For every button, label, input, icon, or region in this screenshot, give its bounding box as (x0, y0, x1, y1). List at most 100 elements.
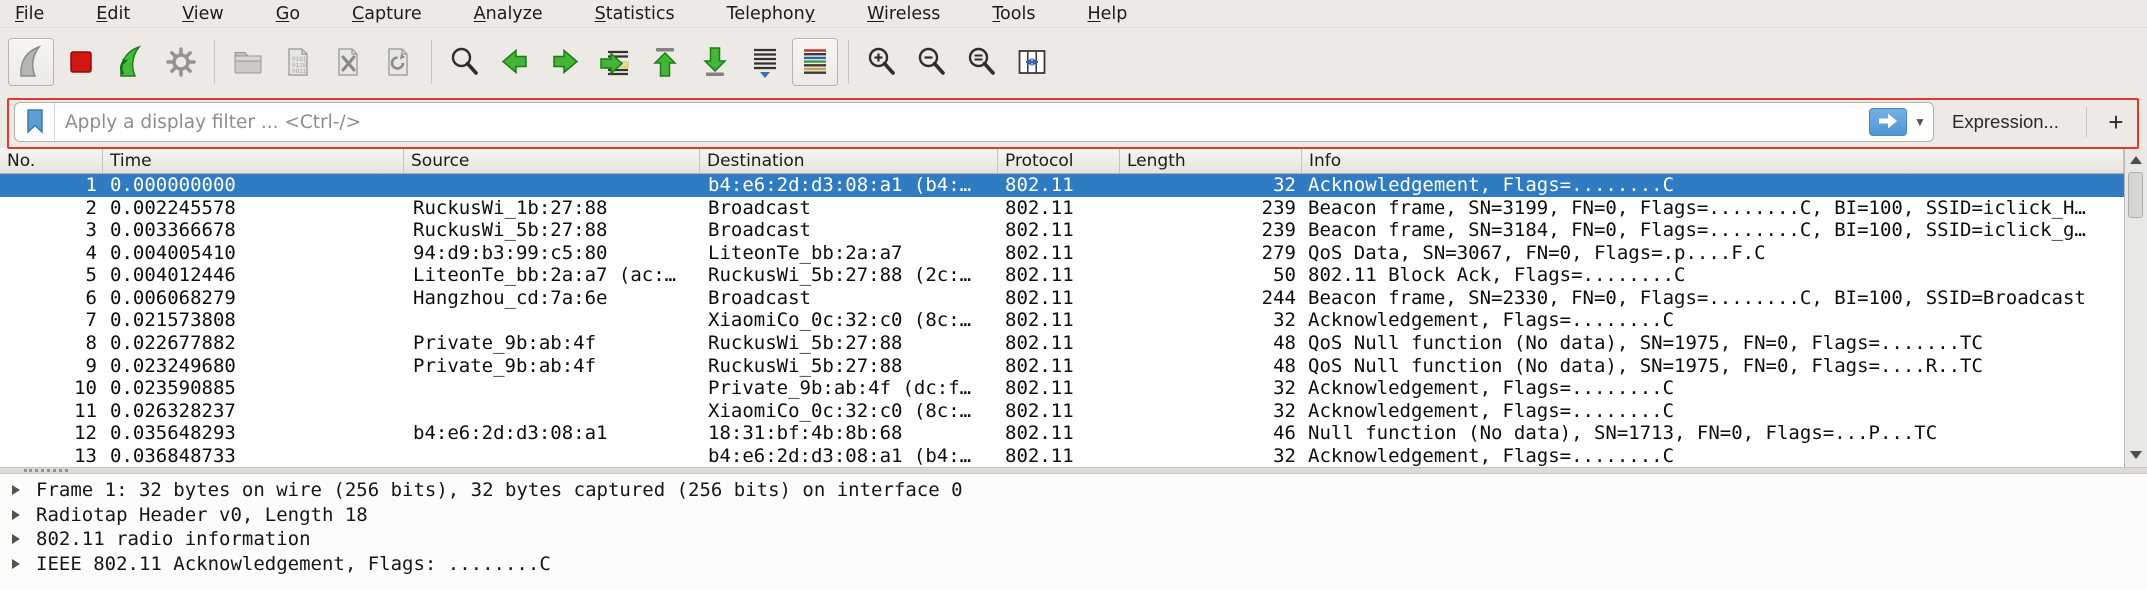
resize-columns-button[interactable] (1009, 38, 1055, 86)
pane-splitter[interactable] (0, 467, 2147, 474)
cell-length: 48 (1120, 332, 1302, 354)
cell-source: LiteonTe_bb:2a:a7 (ac:… (404, 264, 700, 286)
filter-apply-button[interactable] (1869, 108, 1907, 136)
scroll-up-button[interactable] (2125, 150, 2147, 170)
filter-history-dropdown[interactable]: ▼ (1911, 103, 1933, 141)
column-header-protocol[interactable]: Protocol (998, 148, 1120, 173)
vertical-scrollbar[interactable] (2124, 148, 2147, 467)
zoom-out-icon (913, 43, 951, 81)
cell-length: 244 (1120, 287, 1302, 309)
detail-tree-row[interactable]: 802.11 radio information (0, 527, 2147, 552)
cell-protocol: 802.11 (998, 287, 1120, 309)
cell-source: RuckusWi_1b:27:88 (404, 197, 700, 219)
apply-arrow-icon (1877, 112, 1899, 133)
scroll-down-button[interactable] (2125, 445, 2147, 465)
close-file-button[interactable] (325, 38, 371, 86)
menu-telephony[interactable]: Telephony (727, 4, 815, 24)
menu-capture[interactable]: Capture (352, 4, 422, 24)
packet-row-9[interactable]: 90.023249680Private_9b:ab:4fRuckusWi_5b:… (0, 354, 2124, 377)
cell-no: 11 (0, 400, 103, 422)
column-header-time[interactable]: Time (103, 148, 404, 173)
cell-info: Null function (No data), SN=1713, FN=0, … (1302, 422, 2124, 444)
cell-source: Hangzhou_cd:7a:6e (404, 287, 700, 309)
expander-triangle-icon[interactable] (12, 559, 20, 569)
display-filter-input[interactable] (55, 103, 1869, 141)
menu-tools[interactable]: Tools (992, 4, 1035, 24)
packet-row-7[interactable]: 70.021573808XiaomiCo_0c:32:c0 (8c:…802.1… (0, 309, 2124, 332)
restart-capture-button[interactable] (108, 38, 154, 86)
go-forward-button[interactable] (542, 38, 588, 86)
save-file-button[interactable]: 010101100011 (275, 38, 321, 86)
cell-destination: RuckusWi_5b:27:88 (700, 332, 998, 354)
menu-go[interactable]: Go (276, 4, 300, 24)
packet-row-13[interactable]: 130.036848733b4:e6:2d:d3:08:a1 (b4:…802.… (0, 444, 2124, 467)
main-toolbar: 010101100011 (0, 28, 2147, 95)
column-header-source[interactable]: Source (404, 148, 700, 173)
detail-tree-row[interactable]: Frame 1: 32 bytes on wire (256 bits), 32… (0, 478, 2147, 503)
cell-no: 3 (0, 219, 103, 241)
packet-row-4[interactable]: 40.00400541094:d9:b3:99:c5:80LiteonTe_bb… (0, 242, 2124, 265)
menu-help[interactable]: Help (1087, 4, 1127, 24)
packet-details-pane: Frame 1: 32 bytes on wire (256 bits), 32… (0, 474, 2147, 590)
packet-row-5[interactable]: 50.004012446LiteonTe_bb:2a:a7 (ac:…Rucku… (0, 264, 2124, 287)
packet-row-8[interactable]: 80.022677882Private_9b:ab:4fRuckusWi_5b:… (0, 332, 2124, 355)
menu-file[interactable]: File (15, 4, 44, 24)
expander-triangle-icon[interactable] (12, 510, 20, 520)
packet-row-11[interactable]: 110.026328237XiaomiCo_0c:32:c0 (8c:…802.… (0, 399, 2124, 422)
detail-text: Radiotap Header v0, Length 18 (36, 504, 368, 526)
cell-time: 0.036848733 (103, 445, 404, 467)
menu-analyze[interactable]: Analyze (474, 4, 543, 24)
filter-bookmark-button[interactable] (15, 103, 55, 141)
cell-time: 0.026328237 (103, 400, 404, 422)
expander-triangle-icon[interactable] (12, 534, 20, 544)
find-packet-button[interactable] (442, 38, 488, 86)
expander-triangle-icon[interactable] (12, 485, 20, 495)
cell-protocol: 802.11 (998, 197, 1120, 219)
packet-row-10[interactable]: 100.023590885Private_9b:ab:4f (dc:f…802.… (0, 377, 2124, 400)
packet-list-header: No.TimeSourceDestinationProtocolLengthIn… (0, 148, 2124, 174)
zoom-in-button[interactable] (859, 38, 905, 86)
wireshark-window: File Edit View Go Capture Analyze Statistics Te… (0, 0, 2147, 590)
cell-time: 0.004005410 (103, 242, 404, 264)
menu-view[interactable]: View (182, 4, 224, 24)
autoscroll-icon (746, 43, 784, 81)
go-back-button[interactable] (492, 38, 538, 86)
column-header-no[interactable]: No. (0, 148, 103, 173)
cell-info: QoS Data, SN=3067, FN=0, Flags=.p....F.C (1302, 242, 2124, 264)
auto-scroll-button[interactable] (742, 38, 788, 86)
detail-tree-row[interactable]: Radiotap Header v0, Length 18 (0, 503, 2147, 528)
stop-capture-button[interactable] (58, 38, 104, 86)
open-file-button[interactable] (225, 38, 271, 86)
add-filter-button[interactable]: + (2096, 102, 2136, 142)
cell-info: QoS Null function (No data), SN=1975, FN… (1302, 355, 2124, 377)
go-last-button[interactable] (692, 38, 738, 86)
detail-tree-row[interactable]: IEEE 802.11 Acknowledgement, Flags: ....… (0, 552, 2147, 577)
packet-row-1[interactable]: 10.000000000b4:e6:2d:d3:08:a1 (b4:…802.1… (0, 174, 2124, 197)
detail-text: IEEE 802.11 Acknowledgement, Flags: ....… (36, 553, 551, 575)
cell-length: 32 (1120, 309, 1302, 331)
menu-edit[interactable]: Edit (96, 4, 130, 24)
folder-icon (229, 43, 267, 81)
capture-options-button[interactable] (158, 38, 204, 86)
column-header-length[interactable]: Length (1120, 148, 1302, 173)
menu-wireless[interactable]: Wireless (867, 4, 940, 24)
packet-row-12[interactable]: 120.035648293b4:e6:2d:d3:08:a118:31:bf:4… (0, 422, 2124, 445)
packet-row-6[interactable]: 60.006068279Hangzhou_cd:7a:6eBroadcast80… (0, 287, 2124, 310)
menu-statistics[interactable]: Statistics (595, 4, 675, 24)
scrollbar-thumb[interactable] (2128, 172, 2143, 218)
expression-button[interactable]: Expression... (1942, 102, 2069, 142)
colorize-button[interactable] (792, 38, 838, 86)
go-to-packet-button[interactable] (592, 38, 638, 86)
column-header-info[interactable]: Info (1302, 148, 2124, 173)
column-header-destination[interactable]: Destination (700, 148, 998, 173)
cell-source: RuckusWi_5b:27:88 (404, 219, 700, 241)
cell-info: 802.11 Block Ack, Flags=........C (1302, 264, 2124, 286)
packet-row-3[interactable]: 30.003366678RuckusWi_5b:27:88Broadcast80… (0, 219, 2124, 242)
zoom-out-button[interactable] (909, 38, 955, 86)
zoom-original-button[interactable] (959, 38, 1005, 86)
start-capture-button[interactable] (8, 38, 54, 86)
packet-row-2[interactable]: 20.002245578RuckusWi_1b:27:88Broadcast80… (0, 197, 2124, 220)
arrow-right-icon (546, 43, 584, 81)
go-first-button[interactable] (642, 38, 688, 86)
reload-file-button[interactable] (375, 38, 421, 86)
